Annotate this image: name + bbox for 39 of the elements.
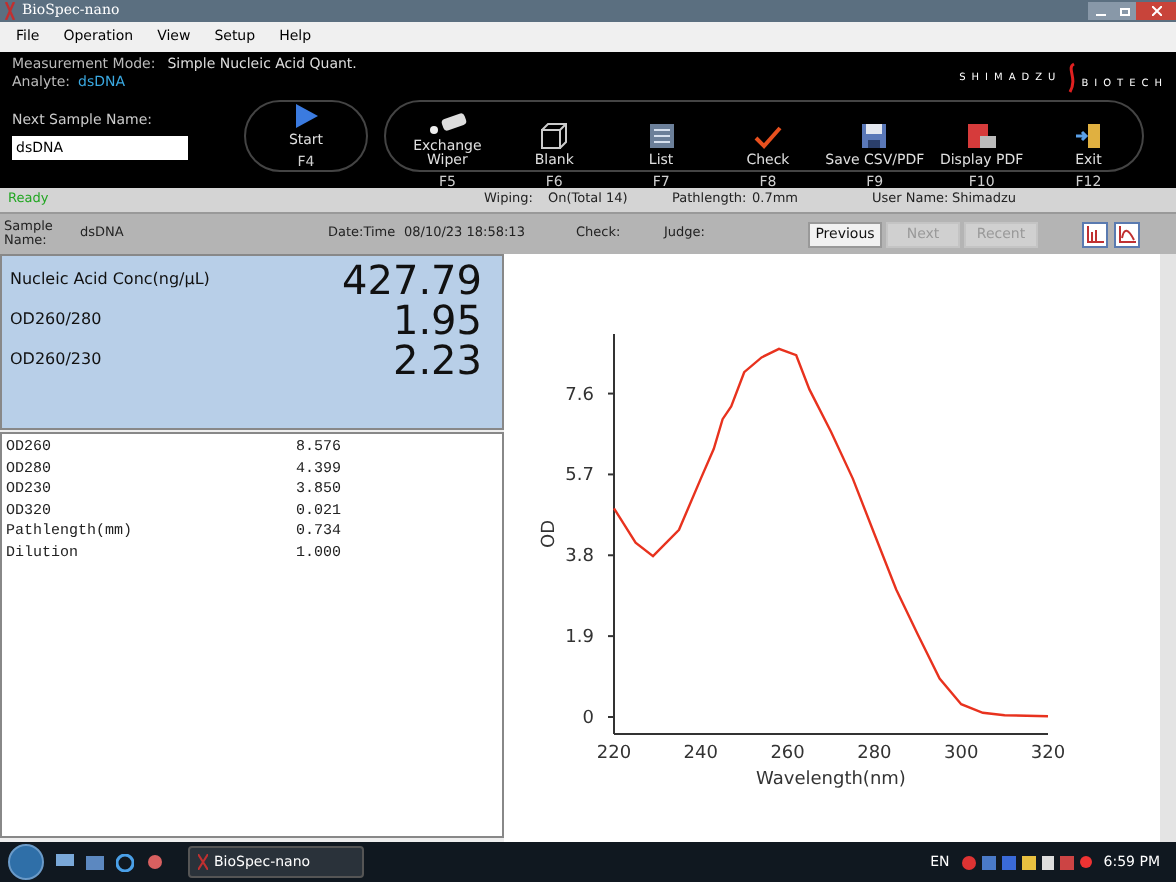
y-axis-title: OD xyxy=(540,520,560,548)
result-value: 1.95 xyxy=(392,298,484,342)
result-label: OD260/280 xyxy=(10,308,102,332)
app-icon xyxy=(4,2,16,20)
y-tick-label: 5.7 xyxy=(565,466,594,487)
window-switch-icon xyxy=(86,854,104,870)
x-axis-title: Wavelength(nm) xyxy=(756,770,906,790)
x-tick-label: 240 xyxy=(683,744,718,764)
browser-icon xyxy=(116,853,134,871)
x-tick-label: 320 xyxy=(1030,744,1066,764)
cube-icon xyxy=(540,122,569,150)
start-orb[interactable] xyxy=(8,844,44,880)
exit-door-icon xyxy=(1074,122,1103,150)
list-icon xyxy=(647,122,676,150)
result-label: Nucleic Acid Conc(ng/µL) xyxy=(10,268,210,292)
pdf-document-icon xyxy=(965,122,998,150)
minimize-button[interactable] xyxy=(1088,2,1112,20)
close-icon xyxy=(1151,6,1161,16)
logo-swirl-icon xyxy=(1065,62,1078,94)
desktop-icon xyxy=(56,854,74,870)
wiper-icon xyxy=(425,112,470,136)
maximize-button[interactable] xyxy=(1112,2,1136,20)
y-tick-label: 0 xyxy=(582,709,594,729)
y-tick-label: 7.6 xyxy=(565,385,594,406)
y-tick-label: 3.8 xyxy=(565,547,594,568)
graph-view-button[interactable] xyxy=(1114,221,1140,247)
x-tick-label: 260 xyxy=(770,744,805,764)
result-label: OD260/230 xyxy=(10,348,102,372)
app-icon xyxy=(198,854,208,870)
x-tick-label: 220 xyxy=(596,744,632,764)
close-button[interactable] xyxy=(1136,2,1176,20)
x-tick-label: 280 xyxy=(857,744,892,764)
checkmark-icon xyxy=(753,126,782,150)
y-tick-label: 1.9 xyxy=(565,628,594,649)
play-icon xyxy=(292,102,320,130)
result-value: 2.23 xyxy=(392,338,484,382)
x-tick-label: 300 xyxy=(944,744,979,764)
spectrum-view-button[interactable] xyxy=(1082,221,1108,247)
result-value: 427.79 xyxy=(342,258,484,302)
